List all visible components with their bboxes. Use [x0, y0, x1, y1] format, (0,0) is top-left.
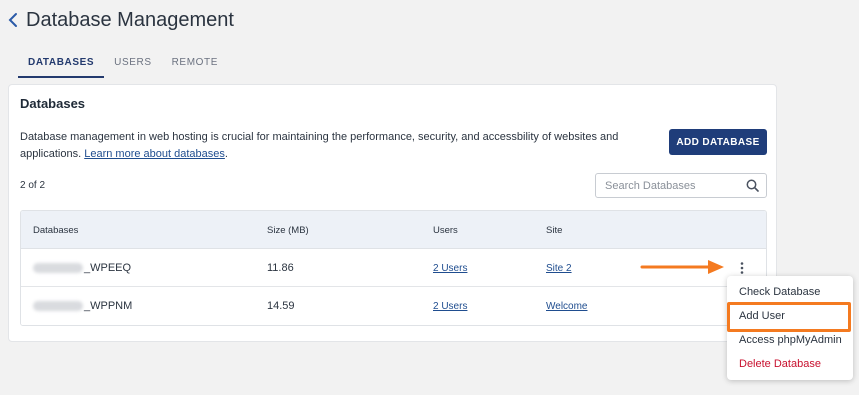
database-name-suffix: _WPPNM — [84, 300, 133, 312]
tab-bar: DATABASES USERS REMOTE — [18, 50, 228, 78]
pointer-arrow-icon — [640, 260, 724, 274]
databases-card: Databases Database management in web hos… — [8, 84, 777, 342]
actions-menu: Check Database Add User Access phpMyAdmi… — [727, 276, 853, 380]
tab-databases[interactable]: DATABASES — [18, 50, 105, 78]
column-header-databases: Databases — [33, 225, 79, 236]
users-link[interactable]: 2 Users — [433, 301, 467, 312]
search-input[interactable] — [596, 174, 741, 197]
chevron-left-icon[interactable] — [8, 12, 18, 28]
learn-more-link[interactable]: Learn more about databases — [84, 148, 225, 160]
page-title: Database Management — [26, 8, 234, 31]
table-header: Databases Size (MB) Users Site — [21, 211, 766, 249]
search-icon[interactable] — [746, 179, 759, 192]
tab-users[interactable]: USERS — [104, 50, 161, 78]
card-title: Databases — [20, 96, 86, 111]
column-header-users: Users — [433, 225, 458, 236]
menu-item-access-phpmyadmin[interactable]: Access phpMyAdmin — [727, 328, 853, 352]
column-header-size: Size (MB) — [267, 225, 309, 236]
menu-item-delete-database[interactable]: Delete Database — [727, 352, 853, 376]
add-database-button[interactable]: ADD DATABASE — [669, 129, 767, 155]
menu-item-add-user[interactable]: Add User — [727, 304, 853, 328]
site-link[interactable]: Site 2 — [546, 263, 572, 274]
database-name: _WPEEQ — [33, 262, 131, 274]
page-header: Database Management — [8, 6, 234, 34]
more-actions-icon[interactable] — [737, 260, 747, 276]
redacted-prefix — [33, 301, 83, 312]
column-header-site: Site — [546, 225, 563, 236]
table-row: _WPPNM 14.59 2 Users Welcome — [21, 287, 766, 325]
result-count: 2 of 2 — [20, 180, 46, 191]
description-period: . — [224, 148, 228, 160]
menu-item-check-database[interactable]: Check Database — [727, 280, 853, 304]
search-box — [595, 173, 767, 198]
users-link[interactable]: 2 Users — [433, 263, 467, 274]
database-name-suffix: _WPEEQ — [84, 262, 132, 274]
tab-remote[interactable]: REMOTE — [162, 50, 228, 78]
database-name: _WPPNM — [33, 300, 132, 312]
redacted-prefix — [33, 263, 83, 274]
database-size: 11.86 — [267, 262, 294, 274]
site-link[interactable]: Welcome — [546, 301, 588, 312]
database-size: 14.59 — [267, 300, 295, 312]
card-description: Database management in web hosting is cr… — [20, 129, 640, 163]
